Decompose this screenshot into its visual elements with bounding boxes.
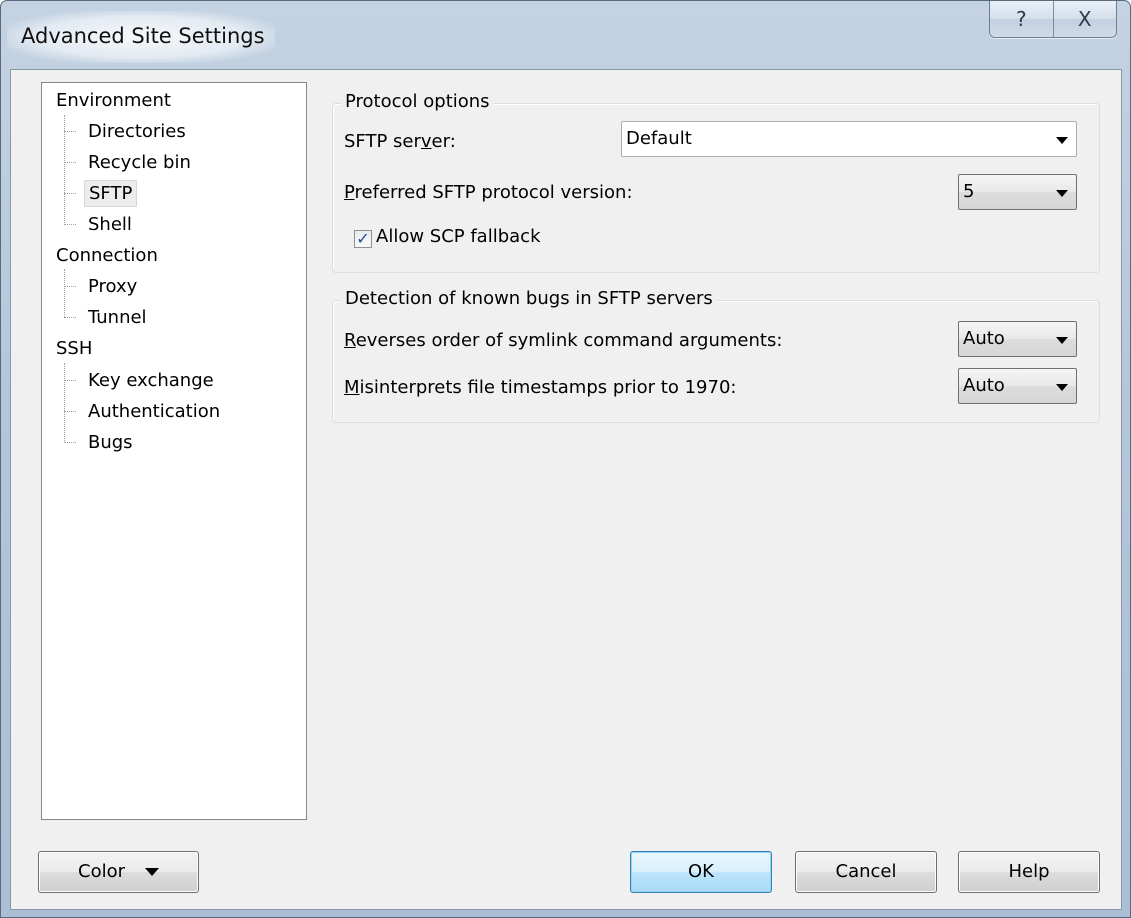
tree-item-bugs[interactable]: Bugs bbox=[84, 428, 137, 458]
color-button-label: Color bbox=[78, 861, 125, 882]
chevron-down-icon bbox=[145, 868, 159, 876]
close-icon[interactable]: X bbox=[1052, 1, 1116, 37]
tree-branch bbox=[64, 380, 76, 381]
tree-item-tunnel[interactable]: Tunnel bbox=[84, 303, 151, 333]
label-accesskey: M bbox=[344, 377, 360, 398]
tree-item-ssh[interactable]: SSH bbox=[52, 334, 96, 364]
sftp-server-select[interactable]: Default bbox=[621, 121, 1077, 157]
tree-branch bbox=[64, 224, 76, 225]
allow-scp-fallback-checkbox[interactable]: ✓ bbox=[354, 230, 372, 248]
symlink-order-select[interactable]: Auto bbox=[958, 321, 1077, 357]
tree-item-proxy[interactable]: Proxy bbox=[84, 272, 141, 302]
chevron-down-icon bbox=[1056, 337, 1068, 344]
preferred-version-select[interactable]: 5 bbox=[958, 174, 1077, 210]
tree-item-key-exchange[interactable]: Key exchange bbox=[84, 366, 218, 396]
chevron-down-icon bbox=[1056, 137, 1068, 144]
tree-branch bbox=[64, 131, 76, 132]
protocol-options-group: Protocol options SFTP server: Default Pr… bbox=[332, 91, 1100, 273]
timestamps-value: Auto bbox=[963, 375, 1005, 396]
chevron-down-icon bbox=[1056, 384, 1068, 391]
symlink-order-value: Auto bbox=[963, 328, 1005, 349]
label-part: er: bbox=[431, 131, 456, 152]
help-icon[interactable]: ? bbox=[990, 1, 1053, 37]
tree-item-label: Key exchange bbox=[88, 370, 214, 391]
preferred-version-value: 5 bbox=[963, 181, 975, 202]
label-part: isinterprets file timestamps prior to 19… bbox=[359, 377, 737, 398]
tree-branch bbox=[64, 162, 76, 163]
sftp-server-value: Default bbox=[626, 128, 692, 149]
bug-detection-caption: Detection of known bugs in SFTP servers bbox=[341, 288, 717, 309]
dialog-window: Advanced Site Settings ? X Environment D… bbox=[0, 0, 1131, 918]
tree-branch bbox=[64, 442, 76, 443]
label-accesskey: P bbox=[344, 182, 355, 203]
tree-connector bbox=[64, 363, 65, 443]
bug-detection-group: Detection of known bugs in SFTP servers … bbox=[332, 288, 1100, 423]
tree-item-label: Connection bbox=[56, 245, 158, 266]
cancel-button[interactable]: Cancel bbox=[795, 851, 937, 893]
color-button[interactable]: Color bbox=[38, 851, 199, 893]
tree-item-label: Authentication bbox=[88, 401, 221, 422]
tree-item-recycle-bin[interactable]: Recycle bin bbox=[84, 148, 195, 178]
symlink-order-label: Reverses order of symlink command argume… bbox=[344, 330, 782, 351]
help-button[interactable]: Help bbox=[958, 851, 1100, 893]
ok-button[interactable]: OK bbox=[630, 851, 772, 893]
tree-branch bbox=[64, 193, 76, 194]
sftp-server-label: SFTP server: bbox=[344, 131, 456, 152]
tree-connector bbox=[64, 269, 65, 317]
tree-item-directories[interactable]: Directories bbox=[84, 117, 190, 147]
caption-buttons: ? X bbox=[989, 1, 1117, 38]
label-accesskey: R bbox=[344, 330, 356, 351]
label-part: referred SFTP protocol version: bbox=[354, 182, 633, 203]
tree-item-label: Proxy bbox=[88, 276, 138, 297]
timestamps-select[interactable]: Auto bbox=[958, 368, 1077, 404]
preferred-version-label: Preferred SFTP protocol version: bbox=[344, 182, 633, 203]
title-bar[interactable]: Advanced Site Settings ? X bbox=[1, 1, 1130, 69]
tree-item-label: Recycle bin bbox=[88, 152, 191, 173]
protocol-options-caption: Protocol options bbox=[341, 91, 494, 112]
tree-item-label: Environment bbox=[56, 90, 171, 111]
tree-item-authentication[interactable]: Authentication bbox=[84, 397, 224, 427]
label-part: everses order of symlink command argumen… bbox=[355, 330, 783, 351]
tree-branch bbox=[64, 411, 76, 412]
tree-item-connection[interactable]: Connection bbox=[52, 241, 162, 271]
allow-scp-fallback-label[interactable]: Allow SCP fallback bbox=[376, 226, 541, 247]
tree-item-label: SFTP bbox=[84, 180, 138, 207]
tree-item-label: Tunnel bbox=[88, 307, 147, 328]
tree-item-environment[interactable]: Environment bbox=[52, 86, 175, 116]
label-accesskey: v bbox=[420, 131, 432, 152]
tree-branch bbox=[64, 286, 76, 287]
tree-item-shell[interactable]: Shell bbox=[84, 210, 136, 240]
settings-tree[interactable]: Environment Directories Recycle bin SFTP… bbox=[41, 82, 307, 820]
tree-item-label: Bugs bbox=[88, 432, 133, 453]
chevron-down-icon bbox=[1056, 190, 1068, 197]
tree-branch bbox=[64, 317, 76, 318]
dialog-client-area: Environment Directories Recycle bin SFTP… bbox=[10, 69, 1122, 910]
tree-item-label: Directories bbox=[88, 121, 186, 142]
label-part: SFTP ser bbox=[344, 131, 421, 152]
tree-item-sftp[interactable]: SFTP bbox=[84, 179, 138, 209]
tree-item-label: Shell bbox=[88, 214, 132, 235]
window-title: Advanced Site Settings bbox=[21, 24, 265, 48]
timestamps-label: Misinterprets file timestamps prior to 1… bbox=[344, 377, 736, 398]
tree-item-label: SSH bbox=[56, 338, 93, 359]
